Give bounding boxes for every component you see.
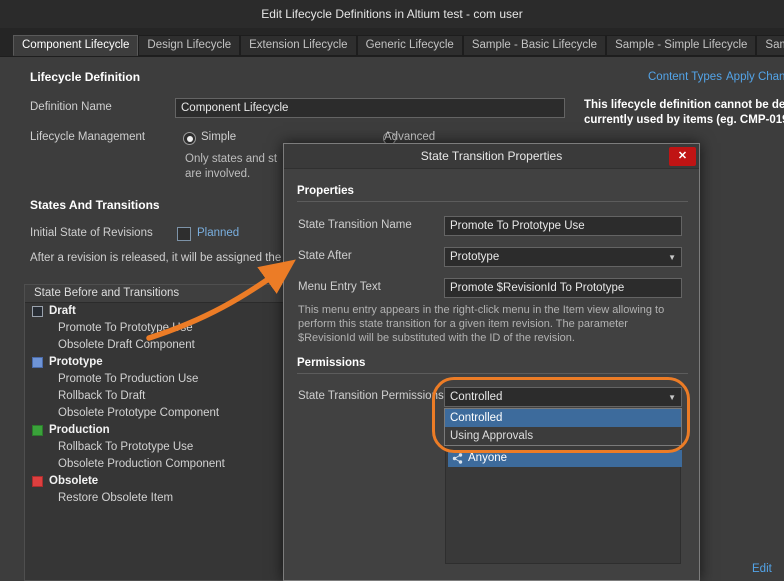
state-name: Obsolete xyxy=(49,473,98,490)
transition-row-obsolete-draft-component[interactable]: Obsolete Draft Component xyxy=(25,337,283,354)
chevron-down-icon: ▼ xyxy=(668,253,676,262)
permissions-section-header: Permissions xyxy=(297,357,688,374)
tab-design-lifecycle[interactable]: Design Lifecycle xyxy=(138,35,240,56)
dialog-title: State Transition Properties xyxy=(284,144,699,169)
state-name: Production xyxy=(49,422,110,439)
state-transition-properties-dialog: State Transition Properties ✕ Properties… xyxy=(283,143,700,581)
menu-entry-help: This menu entry appears in the right-cli… xyxy=(298,303,684,345)
transition-row-obsolete-prototype-component[interactable]: Obsolete Prototype Component xyxy=(25,405,283,422)
state-transition-name-label: State Transition Name xyxy=(298,219,412,231)
lifecycle-definition-heading: Lifecycle Definition xyxy=(30,70,140,84)
popup-option-controlled[interactable]: Controlled xyxy=(445,409,681,427)
draft-color-swatch xyxy=(32,306,43,317)
state-after-value: Prototype xyxy=(450,251,499,263)
popup-option-using-approvals[interactable]: Using Approvals xyxy=(445,427,681,445)
permission-entry-anyone[interactable]: Anyone xyxy=(448,450,682,467)
obsolete-color-swatch xyxy=(32,476,43,487)
apply-changes-link[interactable]: Apply Chan xyxy=(726,71,784,83)
partial-edit-link[interactable]: Edit xyxy=(752,563,772,575)
list-header: State Before and Transitions xyxy=(25,285,283,303)
warning-line1: This lifecycle definition cannot be dele xyxy=(584,99,784,111)
menu-entry-text-input[interactable] xyxy=(444,278,682,298)
close-icon[interactable]: ✕ xyxy=(669,147,696,166)
lifecycle-management-label: Lifecycle Management xyxy=(30,131,145,143)
planned-label: Planned xyxy=(197,227,239,239)
states-and-transitions-heading: States And Transitions xyxy=(30,198,160,212)
state-row-draft[interactable]: Draft xyxy=(25,303,283,320)
chevron-down-icon: ▼ xyxy=(668,393,676,402)
tab-sample-basic-lifecycle[interactable]: Sample - Basic Lifecycle xyxy=(463,35,606,56)
simple-radio[interactable] xyxy=(183,132,196,145)
permissions-dropdown[interactable]: Controlled ▼ xyxy=(444,387,682,407)
transition-row-restore-obsolete-item[interactable]: Restore Obsolete Item xyxy=(25,490,283,507)
state-transitions-list: State Before and TransitionsDraftPromote… xyxy=(24,284,283,581)
tab-extension-lifecycle[interactable]: Extension Lifecycle xyxy=(240,35,356,56)
state-name: Prototype xyxy=(49,354,103,371)
content-types-link[interactable]: Content Types xyxy=(648,71,722,83)
properties-section-header: Properties xyxy=(297,185,688,202)
transition-row-promote-to-prototype-use[interactable]: Promote To Prototype Use xyxy=(25,320,283,337)
state-row-obsolete[interactable]: Obsolete xyxy=(25,473,283,490)
permissions-dropdown-popup: ControlledUsing Approvals xyxy=(444,408,682,446)
menu-entry-text-label: Menu Entry Text xyxy=(298,281,381,293)
tab-component-lifecycle[interactable]: Component Lifecycle xyxy=(13,35,138,56)
tab-generic-lifecycle[interactable]: Generic Lifecycle xyxy=(357,35,463,56)
advanced-radio-label: Advanced xyxy=(384,131,435,143)
released-note: After a revision is released, it will be… xyxy=(30,252,281,264)
definition-name-label: Definition Name xyxy=(30,101,112,113)
share-icon xyxy=(452,453,463,464)
permissions-label: State Transition Permissions xyxy=(298,390,444,402)
tab-sample-simple-lifecycle[interactable]: Sample - Simple Lifecycle xyxy=(606,35,756,56)
definition-name-input[interactable] xyxy=(175,98,565,118)
warning-line2: currently used by items (eg. CMP-019- xyxy=(584,114,784,126)
state-after-dropdown[interactable]: Prototype ▼ xyxy=(444,247,682,267)
state-row-production[interactable]: Production xyxy=(25,422,283,439)
simple-radio-label: Simple xyxy=(201,131,236,143)
transition-row-rollback-to-prototype-use[interactable]: Rollback To Prototype Use xyxy=(25,439,283,456)
state-row-prototype[interactable]: Prototype xyxy=(25,354,283,371)
permissions-value: Controlled xyxy=(450,391,502,403)
production-color-swatch xyxy=(32,425,43,436)
anyone-label: Anyone xyxy=(468,450,507,467)
window-title: Edit Lifecycle Definitions in Altium tes… xyxy=(0,0,784,28)
transition-row-rollback-to-draft[interactable]: Rollback To Draft xyxy=(25,388,283,405)
state-transition-name-input[interactable] xyxy=(444,216,682,236)
transition-row-obsolete-production-component[interactable]: Obsolete Production Component xyxy=(25,456,283,473)
initial-state-label: Initial State of Revisions xyxy=(30,227,153,239)
tab-sample-simple-lifecy[interactable]: Sample - Simple Lifecy xyxy=(756,35,784,56)
state-name: Draft xyxy=(49,303,76,320)
management-help-line2: are involved. xyxy=(185,168,250,180)
management-help-line1: Only states and st xyxy=(185,153,277,165)
prototype-color-swatch xyxy=(32,357,43,368)
tab-strip: Component LifecycleDesign LifecycleExten… xyxy=(0,28,784,57)
planned-checkbox[interactable] xyxy=(177,227,191,241)
transition-row-promote-to-production-use[interactable]: Promote To Production Use xyxy=(25,371,283,388)
state-after-label: State After xyxy=(298,250,352,262)
